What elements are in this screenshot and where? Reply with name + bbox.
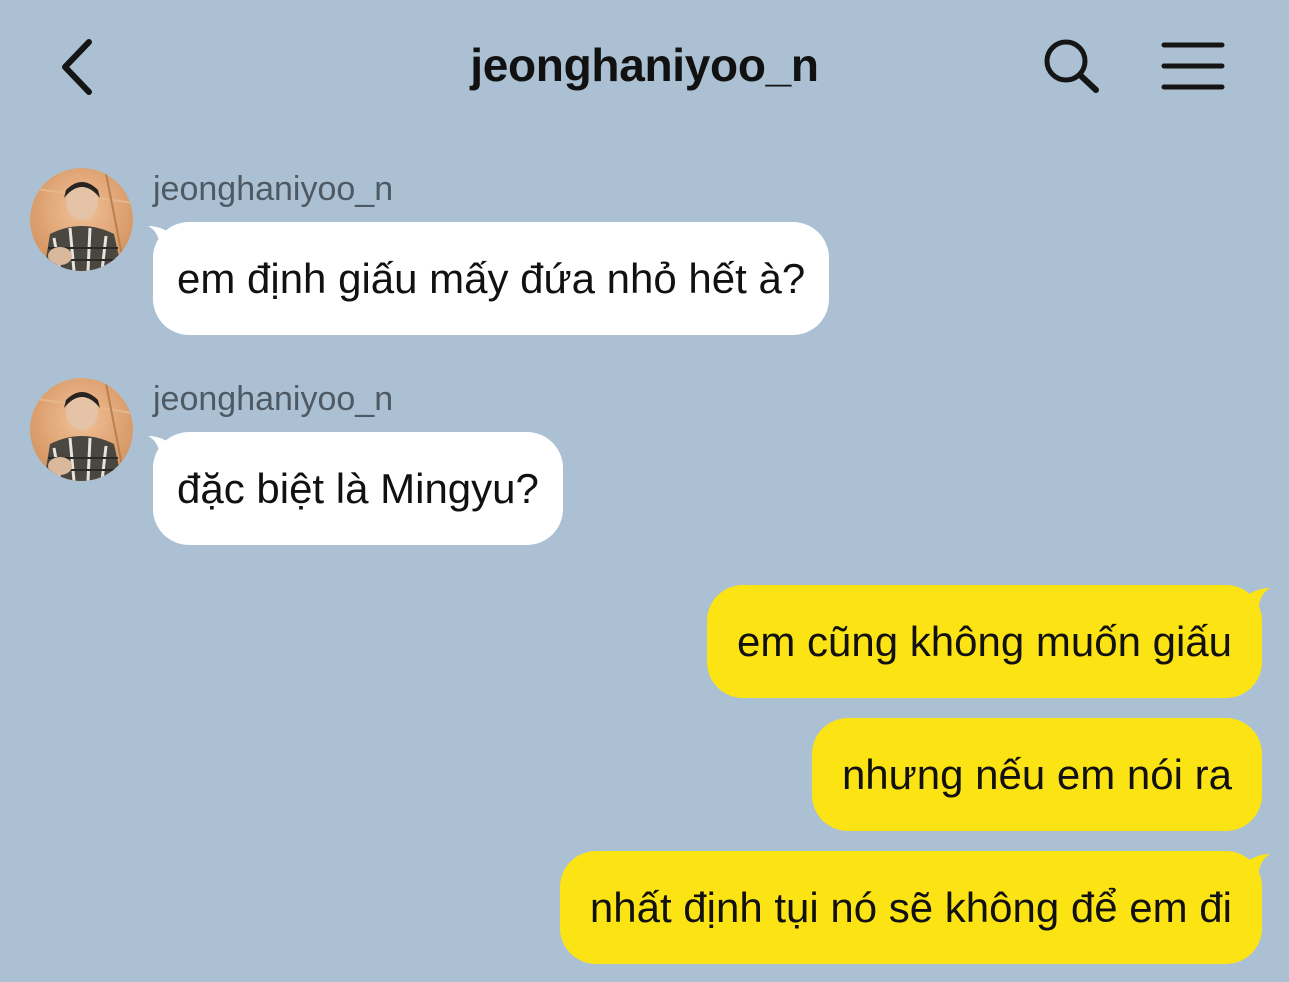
sender-name: jeonghaniyoo_n [153, 380, 394, 418]
avatar[interactable] [30, 168, 133, 271]
search-icon[interactable] [1040, 36, 1104, 96]
message-bubble[interactable]: đặc biệt là Mingyu? [153, 432, 563, 545]
message-bubble[interactable]: nhất định tụi nó sẽ không để em đi [559, 851, 1262, 964]
hamburger-menu-icon[interactable] [1160, 40, 1226, 92]
sender-name: jeonghaniyoo_n [153, 170, 394, 208]
message-bubble[interactable]: nhưng nếu em nói ra [811, 718, 1262, 831]
message-bubble[interactable]: em định giấu mấy đứa nhỏ hết à? [153, 222, 830, 335]
message-outgoing: nhất định tụi nó sẽ không để em đi [0, 851, 1289, 964]
message-bubble[interactable]: em cũng không muốn giấu [707, 585, 1262, 698]
message-outgoing: nhưng nếu em nói ra [0, 718, 1289, 831]
chat-header: jeonghaniyoo_n [0, 0, 1289, 135]
message-outgoing: em cũng không muốn giấu [0, 585, 1289, 698]
avatar[interactable] [30, 378, 133, 481]
